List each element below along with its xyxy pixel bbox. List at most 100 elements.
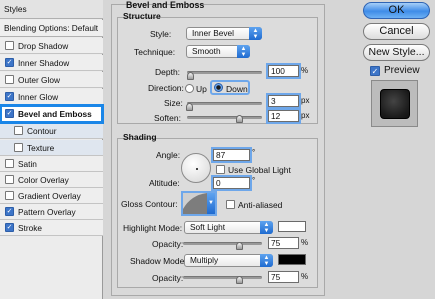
preview-image bbox=[380, 89, 410, 119]
highlight-mode-value: Soft Light bbox=[190, 222, 226, 232]
style-item-texture[interactable]: Texture bbox=[0, 140, 103, 156]
angle-input[interactable]: 87 bbox=[211, 147, 252, 163]
size-unit: px bbox=[301, 96, 310, 105]
altitude-label: Altitude: bbox=[149, 178, 180, 188]
style-item-satin[interactable]: Satin bbox=[0, 156, 103, 172]
inner-glow-checkbox[interactable]: ✓ bbox=[5, 92, 14, 101]
size-slider[interactable] bbox=[187, 102, 262, 105]
gloss-contour-label: Gloss Contour: bbox=[121, 199, 178, 209]
use-global-light-checkbox[interactable] bbox=[216, 165, 225, 174]
soften-slider[interactable] bbox=[187, 116, 262, 119]
styles-list-panel: Styles Blending Options: Default Drop Sh… bbox=[0, 0, 104, 299]
chevron-updown-icon: ▲ ▼ bbox=[260, 221, 273, 234]
use-global-light-label: Use Global Light bbox=[228, 165, 291, 175]
direction-down-label: Down bbox=[226, 84, 248, 94]
gloss-contour-picker[interactable]: ▼ bbox=[181, 191, 217, 216]
highlight-mode-label: Highlight Mode: bbox=[123, 223, 183, 233]
style-item-label: Color Overlay bbox=[18, 174, 69, 185]
highlight-opacity-input[interactable]: 75 bbox=[268, 237, 299, 249]
bevel-and-emboss-checkbox[interactable]: ✓ bbox=[5, 109, 14, 118]
style-item-drop-shadow[interactable]: Drop Shadow bbox=[0, 38, 103, 54]
style-item-inner-shadow[interactable]: ✓ Inner Shadow bbox=[0, 55, 103, 71]
style-item-stroke[interactable]: ✓ Stroke bbox=[0, 220, 103, 236]
style-item-label: Outer Glow bbox=[18, 74, 60, 85]
gradient-overlay-checkbox[interactable] bbox=[5, 191, 14, 200]
preview-swatch bbox=[371, 80, 418, 127]
highlight-opacity-slider[interactable] bbox=[183, 242, 262, 245]
highlight-opacity-label: Opacity: bbox=[152, 239, 184, 249]
new-style-button[interactable]: New Style... bbox=[363, 44, 430, 61]
stroke-checkbox[interactable]: ✓ bbox=[5, 223, 14, 232]
cancel-button[interactable]: Cancel bbox=[363, 23, 430, 40]
style-item-outer-glow[interactable]: Outer Glow bbox=[0, 72, 103, 88]
size-slider-handle[interactable] bbox=[186, 103, 193, 111]
texture-checkbox[interactable] bbox=[14, 143, 23, 152]
anti-aliased-checkbox[interactable] bbox=[226, 200, 235, 209]
style-item-label: Contour bbox=[27, 125, 57, 136]
contour-checkbox[interactable] bbox=[14, 126, 23, 135]
style-item-label: Inner Shadow bbox=[18, 57, 70, 68]
style-item-label: Gradient Overlay bbox=[18, 190, 81, 201]
style-item-label: Satin bbox=[18, 158, 37, 169]
satin-checkbox[interactable] bbox=[5, 159, 14, 168]
style-item-gradient-overlay[interactable]: Gradient Overlay bbox=[0, 188, 103, 204]
blending-options-item[interactable]: Blending Options: Default bbox=[0, 20, 103, 37]
direction-up-radio[interactable] bbox=[185, 84, 194, 93]
shadow-opacity-label: Opacity: bbox=[152, 273, 184, 283]
style-select[interactable]: Inner Bevel ▲ ▼ bbox=[186, 27, 262, 40]
style-item-label: Inner Glow bbox=[18, 91, 59, 102]
outer-glow-checkbox[interactable] bbox=[5, 75, 14, 84]
chevron-updown-icon: ▲ ▼ bbox=[260, 254, 273, 267]
direction-down-radio[interactable] bbox=[214, 83, 223, 92]
shadow-opacity-slider[interactable] bbox=[183, 276, 262, 279]
style-select-value: Inner Bevel bbox=[192, 28, 234, 38]
structure-title: Structure bbox=[123, 11, 161, 21]
shadow-opacity-input[interactable]: 75 bbox=[268, 271, 299, 283]
ok-button[interactable]: OK bbox=[363, 2, 430, 19]
soften-label: Soften: bbox=[154, 113, 181, 123]
technique-label: Technique: bbox=[134, 47, 176, 57]
highlight-color-swatch[interactable] bbox=[278, 221, 306, 232]
depth-unit: % bbox=[301, 66, 309, 75]
anti-aliased-label: Anti-aliased bbox=[238, 200, 283, 210]
style-item-pattern-overlay[interactable]: ✓ Pattern Overlay bbox=[0, 204, 103, 220]
depth-slider-handle[interactable] bbox=[187, 72, 194, 80]
angle-label: Angle: bbox=[156, 150, 181, 160]
style-item-bevel-and-emboss[interactable]: ✓ Bevel and Emboss bbox=[0, 104, 104, 124]
style-item-color-overlay[interactable]: Color Overlay bbox=[0, 172, 103, 188]
shadow-color-swatch[interactable] bbox=[278, 254, 306, 265]
drop-shadow-checkbox[interactable] bbox=[5, 41, 14, 50]
shadow-opacity-handle[interactable] bbox=[236, 276, 243, 284]
direction-label: Direction: bbox=[148, 83, 184, 93]
soften-input[interactable]: 12 bbox=[266, 108, 301, 124]
angle-dial[interactable] bbox=[181, 153, 211, 183]
chevron-down-icon[interactable]: ▼ bbox=[207, 193, 215, 214]
style-item-label: Pattern Overlay bbox=[18, 206, 76, 217]
shadow-mode-select[interactable]: Multiply ▲ ▼ bbox=[184, 254, 273, 267]
color-overlay-checkbox[interactable] bbox=[5, 175, 14, 184]
style-item-contour[interactable]: Contour bbox=[0, 123, 103, 139]
styles-header: Styles bbox=[0, 0, 103, 19]
size-input[interactable]: 3 bbox=[266, 93, 301, 109]
angle-dial-center bbox=[196, 168, 198, 170]
style-item-label: Drop Shadow bbox=[18, 40, 69, 51]
depth-slider[interactable] bbox=[187, 71, 262, 74]
highlight-opacity-unit: % bbox=[301, 238, 309, 247]
shading-title: Shading bbox=[123, 132, 157, 142]
preview-label: Preview bbox=[384, 65, 420, 76]
inner-shadow-checkbox[interactable]: ✓ bbox=[5, 58, 14, 67]
preview-checkbox[interactable]: ✓ bbox=[370, 66, 380, 76]
altitude-input[interactable]: 0 bbox=[211, 175, 252, 191]
soften-slider-handle[interactable] bbox=[236, 115, 243, 123]
depth-label: Depth: bbox=[155, 67, 181, 77]
technique-select[interactable]: Smooth ▲ ▼ bbox=[186, 45, 250, 58]
highlight-opacity-handle[interactable] bbox=[236, 242, 243, 250]
depth-input[interactable]: 100 bbox=[266, 63, 301, 79]
style-item-inner-glow[interactable]: ✓ Inner Glow bbox=[0, 89, 103, 105]
highlight-mode-select[interactable]: Soft Light ▲ ▼ bbox=[184, 221, 273, 234]
pattern-overlay-checkbox[interactable]: ✓ bbox=[5, 207, 14, 216]
bevel-emboss-title: Bevel and Emboss bbox=[126, 0, 205, 10]
altitude-unit: ° bbox=[252, 176, 256, 185]
styles-header-label: Styles bbox=[4, 4, 27, 14]
direction-up-label: Up bbox=[196, 84, 207, 94]
